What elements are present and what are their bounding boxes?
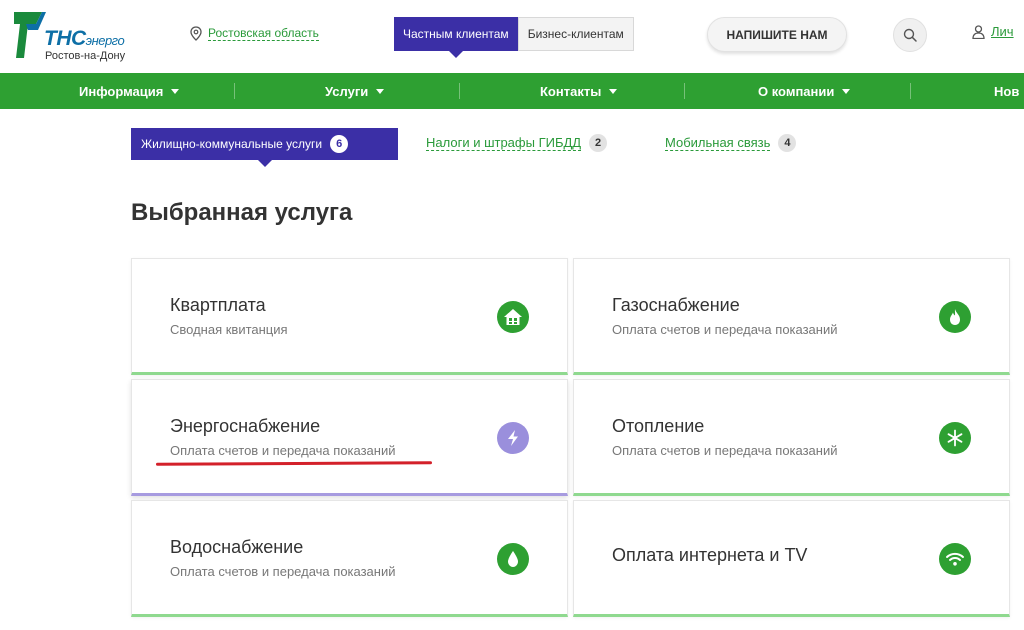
service-subtitle: Оплата счетов и передача показаний [612, 443, 838, 458]
tab-private-clients[interactable]: Частным клиентам [394, 17, 518, 58]
search-button[interactable] [893, 18, 927, 52]
service-title: Оплата интернета и TV [612, 545, 808, 565]
service-subtitle: Оплата счетов и передача показаний [170, 564, 396, 579]
nav-item-news[interactable]: Нов [994, 73, 1019, 109]
service-card-heating[interactable]: Отопление Оплата счетов и передача показ… [573, 379, 1010, 496]
service-subtitle: Сводная квитанция [170, 322, 288, 337]
chevron-down-icon [376, 88, 385, 94]
nav-divider [459, 83, 460, 99]
logo-subtitle: Ростов-на-Дону [45, 50, 126, 62]
search-icon [903, 28, 917, 42]
wifi-icon [939, 543, 971, 575]
lightning-icon [497, 422, 529, 454]
logo-mark-icon [14, 12, 46, 58]
nav-divider [910, 83, 911, 99]
red-underline-annotation [155, 461, 433, 466]
region-selector[interactable]: Ростовская область [190, 24, 319, 42]
nav-item-information[interactable]: Информация [79, 73, 180, 109]
service-card-electricity[interactable]: Энергоснабжение Оплата счетов и передача… [131, 379, 568, 496]
client-type-switch: Частным клиентам Бизнес-клиентам [394, 17, 634, 58]
tab-business-clients[interactable]: Бизнес-клиентам [517, 17, 634, 51]
service-card-rent[interactable]: Квартплата Сводная квитанция [131, 258, 568, 375]
main-nav: Информация Услуги Контакты О компании Но… [0, 73, 1024, 109]
nav-item-services[interactable]: Услуги [325, 73, 385, 109]
company-logo[interactable]: ТНСэнерго Ростов-на-Дону [12, 8, 142, 64]
count-badge: 2 [589, 134, 608, 152]
nav-divider [684, 83, 685, 99]
service-card-gas[interactable]: Газоснабжение Оплата счетов и передача п… [573, 258, 1010, 375]
category-tab-mobile[interactable]: Мобильная связь 4 [665, 134, 797, 152]
service-subtitle: Оплата счетов и передача показаний [612, 322, 838, 337]
nav-item-about[interactable]: О компании [758, 73, 851, 109]
chevron-down-icon [842, 88, 851, 94]
chevron-down-icon [171, 88, 180, 94]
service-title: Газоснабжение [612, 295, 740, 315]
location-pin-icon [190, 25, 202, 41]
category-label: Налоги и штрафы ГИБДД [426, 135, 582, 151]
nav-item-contacts[interactable]: Контакты [540, 73, 618, 109]
category-tab-housing[interactable]: Жилищно-коммунальные услуги 6 [131, 128, 398, 167]
nav-divider [234, 83, 235, 99]
account-label: Лич [991, 24, 1014, 39]
category-label: Мобильная связь [665, 135, 771, 151]
category-tab-taxes-fines[interactable]: Налоги и штрафы ГИБДД 2 [426, 134, 608, 152]
service-card-internet-tv[interactable]: Оплата интернета и TV [573, 500, 1010, 617]
count-badge: 4 [778, 134, 797, 152]
service-title: Квартплата [170, 295, 266, 315]
nav-item-label: Информация [79, 83, 164, 99]
service-title: Энергоснабжение [170, 416, 321, 436]
service-title: Отопление [612, 416, 705, 436]
flame-icon [939, 301, 971, 333]
account-link[interactable]: Лич [972, 24, 1014, 39]
house-icon [497, 301, 529, 333]
water-drop-icon [497, 543, 529, 575]
page-title: Выбранная услуга [131, 199, 353, 226]
count-badge: 6 [330, 135, 349, 153]
service-card-water[interactable]: Водоснабжение Оплата счетов и передача п… [131, 500, 568, 617]
top-header: ТНСэнерго Ростов-на-Дону Ростовская обла… [0, 0, 1024, 73]
nav-item-label: Контакты [540, 83, 602, 99]
nav-item-label: О компании [758, 83, 835, 99]
region-link[interactable]: Ростовская область [208, 26, 319, 41]
logo-title: ТНСэнерго [44, 27, 125, 50]
write-to-us-button[interactable]: НАПИШИТЕ НАМ [707, 17, 847, 52]
service-subtitle: Оплата счетов и передача показаний [170, 443, 396, 458]
category-label: Жилищно-коммунальные услуги [141, 137, 323, 151]
chevron-down-icon [609, 88, 618, 94]
nav-item-label: Услуги [325, 83, 369, 99]
service-title: Водоснабжение [170, 537, 304, 557]
nav-item-label: Нов [994, 83, 1020, 99]
snowflake-icon [939, 422, 971, 454]
user-icon [972, 24, 985, 39]
